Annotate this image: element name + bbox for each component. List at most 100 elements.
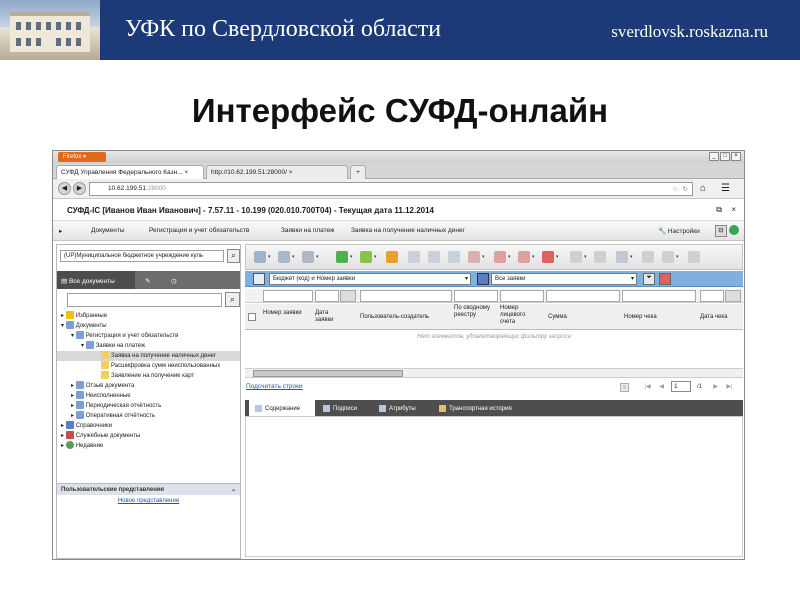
tree-node-unexecuted[interactable]: ▸ Неисполненные [71, 391, 131, 401]
filter-icon[interactable] [616, 251, 628, 263]
dropdown-icon[interactable]: ▾ [292, 254, 298, 262]
col-account[interactable]: Номер лицевого счета [500, 305, 540, 326]
dropdown-icon[interactable]: ▾ [676, 254, 682, 262]
filter-input-date[interactable] [315, 290, 339, 302]
dropdown-icon[interactable]: ▾ [374, 254, 380, 262]
tools-menu-icon[interactable]: ☰ [721, 183, 733, 195]
next-page-icon[interactable]: ▶ [711, 383, 720, 392]
delete-document-icon[interactable] [468, 251, 480, 263]
col-check-date[interactable]: Дата чека [700, 314, 728, 321]
dropdown-icon[interactable]: ▾ [584, 254, 590, 262]
unsign-icon[interactable] [518, 251, 530, 263]
funnel-icon[interactable]: ⏷ [643, 273, 655, 285]
export-grid-icon[interactable]: ≡ [620, 383, 629, 392]
calendar-icon[interactable] [725, 290, 741, 302]
tree-node-recall[interactable]: ▸ Отзыв документа [71, 381, 134, 391]
filter-requests-select[interactable]: Все заявки ▾ [491, 273, 637, 285]
dropdown-icon[interactable]: ▾ [556, 254, 562, 262]
refresh-icon[interactable] [642, 251, 654, 263]
maximize-button[interactable]: □ [720, 152, 730, 161]
filter-input-check-date[interactable] [700, 290, 724, 302]
close-button[interactable]: × [731, 152, 741, 161]
sign-icon[interactable] [494, 251, 506, 263]
filter-input-creator[interactable] [360, 290, 452, 302]
tab-transport-history[interactable]: Транспортная история [433, 400, 518, 416]
col-sum[interactable]: Сумма [548, 314, 567, 321]
star-icon[interactable]: ☆ [672, 185, 678, 193]
filter-budget-select[interactable]: Бюджет (код) и Номер заявки ▾ [269, 273, 471, 285]
col-check-number[interactable]: Номер чека [624, 314, 657, 321]
org-select[interactable]: (UP)Муниципальное бюджетное учреждение к… [60, 250, 224, 262]
attach-icon[interactable] [570, 251, 582, 263]
col-registry[interactable]: По сводному реестру [454, 305, 494, 319]
filter-input-number[interactable] [263, 290, 313, 302]
copy-icon[interactable] [278, 251, 290, 263]
filter-input-sum[interactable] [546, 290, 620, 302]
new-tab-button[interactable]: + [350, 165, 366, 179]
filter-type-icon[interactable] [477, 273, 489, 285]
menu-registration[interactable]: Регистрация и учет обязательств [149, 227, 249, 234]
copy-document-icon[interactable] [448, 251, 460, 263]
menu-payment-requests[interactable]: Заявки на платеж [281, 227, 334, 234]
forward-icon[interactable]: ▶ [73, 182, 86, 195]
calendar-icon[interactable] [340, 290, 356, 302]
print-icon[interactable] [386, 251, 398, 263]
count-rows-link[interactable]: Подсчитать строки [246, 383, 303, 390]
dropdown-icon[interactable]: ▾ [508, 254, 514, 262]
browser-tab-sufd[interactable]: СУФД Управления Федерального Казн... × [56, 165, 204, 179]
dropdown-icon[interactable]: ▾ [482, 254, 488, 262]
filter-input-account[interactable] [500, 290, 544, 302]
tree-node-service-docs[interactable]: ▸ Служебные документы [61, 431, 140, 441]
tree-node-card-request[interactable]: Заявление на получение карт [101, 371, 194, 381]
tree-node-cash-request[interactable]: Заявка на получение наличных денег [57, 351, 240, 361]
firefox-menu-button[interactable]: Firefox ▾ [58, 152, 106, 162]
menu-cash-request[interactable]: Заявка на получение наличных денег [351, 227, 465, 234]
minimize-button[interactable]: _ [709, 152, 719, 161]
help-icon[interactable] [688, 251, 700, 263]
tree-node-periodic-reports[interactable]: ▸ Периодическая отчётность [71, 401, 161, 411]
dropdown-icon[interactable]: ▾ [350, 254, 356, 262]
dropdown-icon[interactable]: ▾ [268, 254, 274, 262]
edit-document-icon[interactable] [428, 251, 440, 263]
new-view-link[interactable]: Новое представление [57, 498, 240, 504]
reject-icon[interactable] [542, 251, 554, 263]
tree-node-operational-reports[interactable]: ▸ Оперативная отчётность [71, 411, 155, 421]
tab-all-documents[interactable]: ▤ Все документы [57, 271, 135, 289]
app-close-icon[interactable]: × [731, 205, 736, 214]
tab-signatures[interactable]: Подписи [317, 400, 363, 416]
tree-node-documents[interactable]: ▾ Документы [61, 321, 107, 331]
dropdown-icon[interactable]: ▾ [630, 254, 636, 262]
view-icon[interactable] [254, 251, 266, 263]
tree-node-favorites[interactable]: ▸ Избранные [61, 311, 107, 321]
horizontal-scrollbar[interactable] [245, 368, 743, 378]
settings-link[interactable]: 🔧 Настройки [658, 227, 700, 235]
tab-attributes[interactable]: Атрибуты [373, 400, 422, 416]
home-icon[interactable]: ⌂ [700, 183, 712, 195]
col-request-date[interactable]: Дата заявки [315, 310, 345, 324]
tree-node-directories[interactable]: ▸ Справочники [61, 421, 112, 431]
tab-favorites-icon[interactable]: ✎ [141, 271, 161, 289]
reload-icon[interactable]: ↻ [683, 185, 688, 193]
new-document-icon[interactable] [408, 251, 420, 263]
prev-page-icon[interactable]: ◀ [657, 383, 666, 392]
panel-toggle-icon[interactable]: ⊟ [715, 225, 727, 237]
select-all-checkbox[interactable] [248, 313, 256, 321]
tree-search-icon[interactable]: ⌕ [225, 292, 240, 307]
tree-search-input[interactable] [67, 293, 222, 307]
page-input[interactable]: 1 [671, 381, 691, 392]
menu-documents[interactable]: Документы [91, 227, 125, 234]
first-page-icon[interactable]: |◀ [643, 383, 652, 392]
tab-content[interactable]: Содержание [249, 400, 315, 416]
browser-tab-url[interactable]: http://10.62.199.51:28000/ × [206, 165, 348, 179]
back-icon[interactable]: ◀ [58, 182, 71, 195]
export-icon[interactable] [360, 251, 372, 263]
collapse-icon[interactable]: ⌄ [231, 486, 236, 493]
url-bar[interactable]: 10.62.199.51:28000 ☆ ↻ [89, 182, 693, 196]
tab-history-icon[interactable]: ◷ [167, 271, 187, 289]
org-search-icon[interactable]: ⌕ [227, 249, 240, 263]
filter-input-registry[interactable] [454, 290, 498, 302]
col-request-number[interactable]: Номер заявки [263, 310, 309, 317]
tree-node-payment-requests[interactable]: ▾ Заявки на платеж [81, 341, 145, 351]
tree-node-unused-sums[interactable]: Расшифровка сумм неиспользованных [101, 361, 220, 371]
send-icon[interactable] [302, 251, 314, 263]
